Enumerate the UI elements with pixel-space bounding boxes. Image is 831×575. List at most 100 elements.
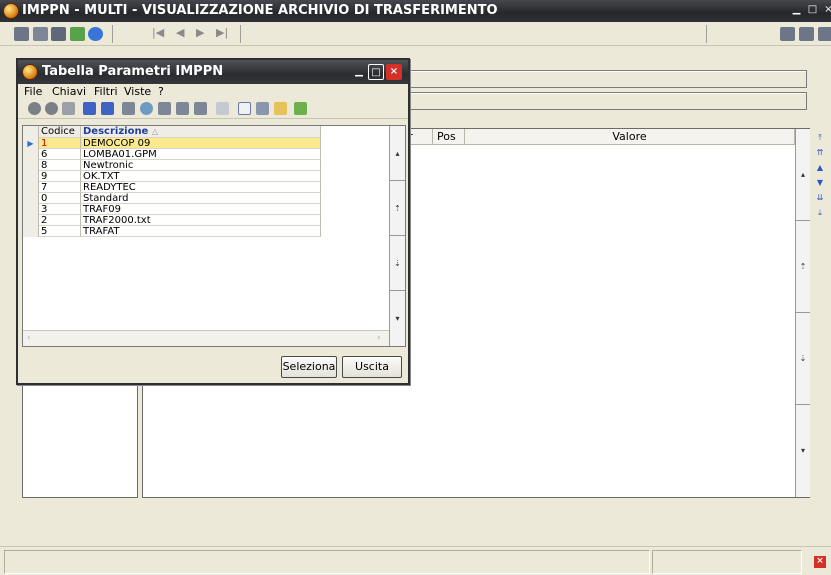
sort-descending-icon[interactable] xyxy=(101,102,114,115)
row-code: 1 xyxy=(39,138,81,149)
lock-icon[interactable] xyxy=(780,27,795,41)
grid-horizontal-scrollbar[interactable]: ‹ › xyxy=(23,330,389,346)
status-close-icon[interactable]: × xyxy=(814,556,826,568)
scroll-right-icon[interactable]: › xyxy=(377,333,381,343)
filter-apply-icon[interactable] xyxy=(176,102,189,115)
export-icon[interactable] xyxy=(216,102,229,115)
dialog-minimize-icon[interactable]: ▁ xyxy=(351,64,367,80)
status-bar xyxy=(0,546,831,575)
main-toolbar: |◀ ◀ ▶ ▶| xyxy=(0,22,831,46)
toolbar-separator xyxy=(240,25,241,43)
row-description: Standard xyxy=(81,193,321,204)
grid-row[interactable]: 6 LOMBA01.GPM xyxy=(23,149,321,160)
side-navigation: ⤒ ⇈ ▲ ▼ ⇊ ⤓ xyxy=(813,133,827,223)
menu-file[interactable]: File xyxy=(24,84,42,99)
maximize-icon[interactable]: □ xyxy=(806,4,819,17)
scroll-page-up-icon[interactable]: ⇡ xyxy=(796,221,810,313)
row-description: LOMBA01.GPM xyxy=(81,149,321,160)
menu-chiavi[interactable]: Chiavi xyxy=(52,84,86,99)
row-description: TRAF2000.txt xyxy=(81,215,321,226)
row-up-icon[interactable]: ▲ xyxy=(813,163,827,178)
scroll-page-down-icon[interactable]: ⇣ xyxy=(796,313,810,405)
nav-next-icon[interactable]: ▶ xyxy=(196,26,204,39)
grid-scroll-up-icon[interactable]: ▴ xyxy=(390,126,405,181)
record-alt-icon[interactable] xyxy=(45,102,58,115)
row-code: 7 xyxy=(39,182,81,193)
grid-scroll-page-up-icon[interactable]: ⇡ xyxy=(390,181,405,236)
grid-row[interactable]: 5 TRAFAT xyxy=(23,226,321,237)
column-header-valore[interactable]: Valore xyxy=(465,129,795,145)
menu-filtri[interactable]: Filtri xyxy=(94,84,118,99)
parameters-grid[interactable]: Codice Descrizione △ ▶ 1 DEMOCOP 09 6 LO… xyxy=(22,125,406,347)
dialog-toolbar xyxy=(18,99,408,119)
view-grid-icon[interactable] xyxy=(274,102,287,115)
nav-last-icon[interactable]: ▶| xyxy=(216,26,228,39)
grid-row[interactable]: 0 Standard xyxy=(23,193,321,204)
row-down-icon[interactable]: ▼ xyxy=(813,178,827,193)
row-code: 9 xyxy=(39,171,81,182)
go-bottom-icon[interactable]: ⤓ xyxy=(813,208,827,223)
help-icon[interactable] xyxy=(88,27,103,41)
refresh-filter-icon[interactable] xyxy=(140,102,153,115)
parameters-dialog: Tabella Parametri IMPPN ▁ □ × File Chiav… xyxy=(16,58,410,385)
grid-row[interactable]: 9 OK.TXT xyxy=(23,171,321,182)
dialog-title: Tabella Parametri IMPPN xyxy=(42,64,224,79)
grid-corner xyxy=(23,126,39,138)
filter-clear-icon[interactable] xyxy=(194,102,207,115)
grid-row[interactable]: ▶ 1 DEMOCOP 09 xyxy=(23,138,321,149)
grid-scroll-down-icon[interactable]: ▾ xyxy=(390,291,405,346)
grid-scroll-page-down-icon[interactable]: ⇣ xyxy=(390,236,405,291)
dialog-maximize-icon[interactable]: □ xyxy=(368,64,384,80)
status-info xyxy=(652,550,802,574)
print-icon[interactable] xyxy=(33,27,48,41)
scroll-down-icon[interactable]: ▾ xyxy=(796,405,810,497)
column-header-pos[interactable]: Pos xyxy=(433,129,465,145)
exit-button[interactable]: Uscita xyxy=(342,356,402,378)
select-button[interactable]: Seleziona xyxy=(281,356,337,378)
grid-row[interactable]: 2 TRAF2000.txt xyxy=(23,215,321,226)
row-code: 2 xyxy=(39,215,81,226)
dialog-title-bar[interactable]: Tabella Parametri IMPPN xyxy=(18,60,408,84)
record-icon[interactable] xyxy=(28,102,41,115)
nav-prev-icon[interactable]: ◀ xyxy=(176,26,184,39)
page-down-icon[interactable]: ⇊ xyxy=(813,193,827,208)
grid-row[interactable]: 3 TRAF09 xyxy=(23,204,321,215)
filter-icon[interactable] xyxy=(122,102,135,115)
fax-icon[interactable] xyxy=(51,27,66,41)
go-top-icon[interactable]: ⤒ xyxy=(813,133,827,148)
grid-row[interactable]: 7 READYTEC xyxy=(23,182,321,193)
view-details-icon[interactable] xyxy=(256,102,269,115)
grid-vertical-scrollbar[interactable]: ▴ ⇡ ⇣ ▾ xyxy=(389,126,405,346)
page-up-icon[interactable]: ⇈ xyxy=(813,148,827,163)
grid-header-codice[interactable]: Codice xyxy=(39,126,81,138)
view-form-icon[interactable] xyxy=(294,102,307,115)
row-code: 6 xyxy=(39,149,81,160)
current-row-icon: ▶ xyxy=(23,138,39,149)
scroll-left-icon[interactable]: ‹ xyxy=(27,333,31,343)
nav-first-icon[interactable]: |◀ xyxy=(152,26,164,39)
detail-vertical-scrollbar[interactable]: ▴ ⇡ ⇣ ▾ xyxy=(795,129,810,497)
filter-edit-icon[interactable] xyxy=(158,102,171,115)
dialog-close-icon[interactable]: × xyxy=(386,64,402,80)
new-record-icon[interactable] xyxy=(14,27,29,41)
dialog-app-icon xyxy=(22,64,38,80)
delete-icon[interactable] xyxy=(62,102,75,115)
toolbar-separator xyxy=(112,25,113,43)
main-title-bar[interactable]: IMPPN - MULTI - VISUALIZZAZIONE ARCHIVIO… xyxy=(0,0,831,22)
menu-viste[interactable]: Viste xyxy=(124,84,151,99)
row-description: READYTEC xyxy=(81,182,321,193)
view-list-icon[interactable] xyxy=(238,102,251,115)
scroll-up-icon[interactable]: ▴ xyxy=(796,129,810,221)
grid-header-descrizione[interactable]: Descrizione △ xyxy=(81,126,321,138)
grid-row[interactable]: 8 Newtronic xyxy=(23,160,321,171)
exit-icon[interactable] xyxy=(818,27,831,41)
row-code: 8 xyxy=(39,160,81,171)
sort-ascending-icon[interactable] xyxy=(83,102,96,115)
menu-help[interactable]: ? xyxy=(158,84,164,99)
app-icon xyxy=(3,3,19,19)
row-description: TRAFAT xyxy=(81,226,321,237)
forward-icon[interactable] xyxy=(799,27,814,41)
refresh-icon[interactable] xyxy=(70,27,85,41)
close-icon[interactable]: × xyxy=(822,4,831,17)
minimize-icon[interactable]: ▁ xyxy=(790,4,803,17)
